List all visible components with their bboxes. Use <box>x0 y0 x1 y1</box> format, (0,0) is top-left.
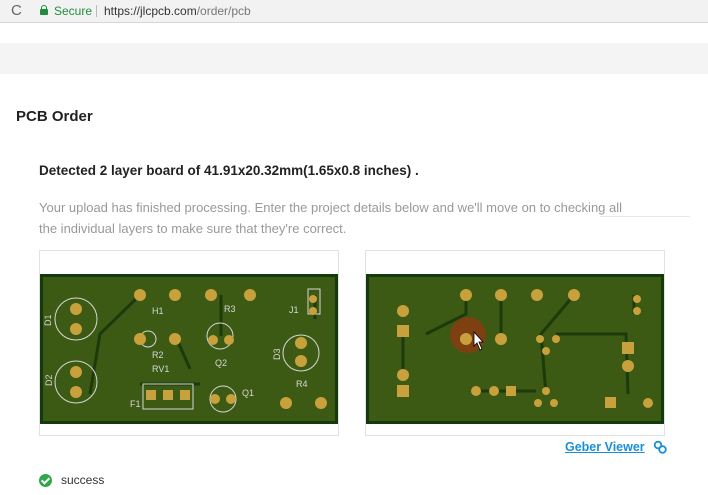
status-text: success <box>61 473 105 487</box>
pcb-label: F1 <box>130 399 141 409</box>
link-icon[interactable] <box>653 440 667 454</box>
processing-description: Your upload has finished processing. Ent… <box>39 200 623 236</box>
pcb-label: D1 <box>43 314 53 326</box>
page-title: PCB Order <box>16 108 93 125</box>
pcb-label: R3 <box>224 304 236 314</box>
pcb-label: Q1 <box>242 388 254 398</box>
pcb-label: RV1 <box>152 364 169 374</box>
browser-address-bar: C Secure https://jlcpcb.com/order/pcb <box>0 0 708 23</box>
pcb-label: Q2 <box>215 358 227 368</box>
url-host: https://jlcpcb.com <box>104 4 197 18</box>
pcb-label: D2 <box>44 374 54 386</box>
pcb-label: D3 <box>272 348 282 360</box>
pcb-bottom-image <box>366 274 664 424</box>
divider <box>96 5 97 17</box>
pcb-label: J1 <box>289 305 299 315</box>
pcb-top-image: D1 D2 H1 R2 RV1 R3 Q2 J1 D3 R4 Q1 F1 <box>40 274 338 424</box>
url-field[interactable]: https://jlcpcb.com/order/pcb <box>104 4 251 18</box>
pcb-top-preview: D1 D2 H1 R2 RV1 R3 Q2 J1 D3 R4 Q1 F1 <box>39 250 339 436</box>
url-path: /order/pcb <box>196 4 251 18</box>
page-header-band <box>0 43 708 74</box>
divider <box>600 216 690 217</box>
lock-icon <box>40 5 48 15</box>
pcb-label: R2 <box>152 350 164 360</box>
detected-board-text: Detected 2 layer board of 41.91x20.32mm(… <box>39 163 419 178</box>
pcb-label: H1 <box>152 306 164 316</box>
pcb-label: R4 <box>296 379 308 389</box>
pcb-bottom-preview <box>365 250 665 436</box>
gerber-viewer-link[interactable]: Geber Viewer <box>565 440 645 454</box>
check-circle-icon <box>39 474 52 487</box>
security-label: Secure <box>54 4 93 18</box>
reload-icon[interactable]: C <box>11 2 22 20</box>
